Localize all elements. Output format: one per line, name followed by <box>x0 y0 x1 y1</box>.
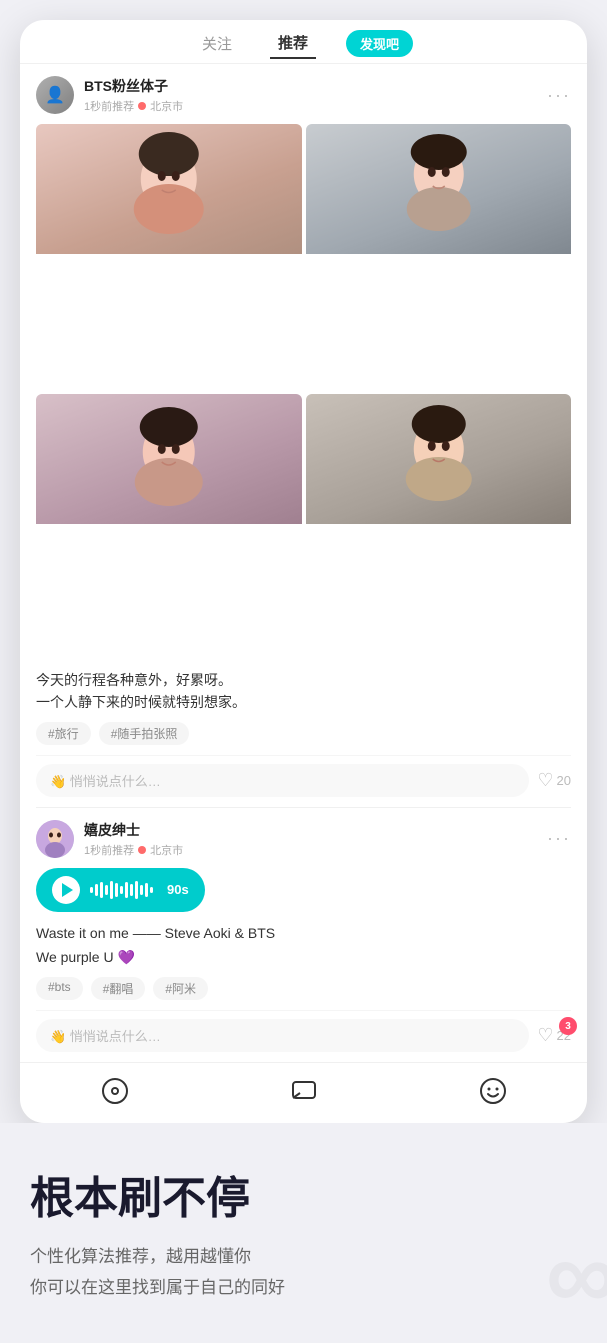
tab-discover[interactable]: 发现吧 <box>346 30 413 57</box>
bottom-nav <box>20 1062 587 1123</box>
post-1-image-3 <box>36 394 302 660</box>
post-2-avatar <box>36 820 74 858</box>
tag-bts[interactable]: #bts <box>36 977 83 1000</box>
tab-guanzhu[interactable]: 关注 <box>194 29 240 58</box>
post-1-images <box>36 124 571 659</box>
post-1-like-count: 20 <box>557 773 571 788</box>
location-dot-2-icon <box>138 846 146 854</box>
post-1-header: 👤 BTS粉丝体子 1秒前推荐 北京市 ··· <box>36 76 571 114</box>
post-1-more-button[interactable]: ··· <box>547 85 571 106</box>
like-badge: 3 <box>559 1017 577 1035</box>
tag-travel[interactable]: #旅行 <box>36 722 91 745</box>
avatar-placeholder-2 <box>36 820 74 858</box>
tab-tuijian[interactable]: 推荐 <box>270 28 316 59</box>
post-1-image-1 <box>36 124 302 390</box>
location-dot-icon <box>138 102 146 110</box>
purple-heart-icon: 💜 <box>114 949 135 965</box>
nav-discover-button[interactable] <box>97 1073 133 1109</box>
marketing-title: 根本刷不停 <box>30 1173 577 1226</box>
post-2-time: 1秒前推荐 北京市 <box>84 842 547 858</box>
post-2-meta: 嬉皮绅士 1秒前推荐 北京市 <box>84 820 547 858</box>
post-2: 嬉皮绅士 1秒前推荐 北京市 ··· <box>20 808 587 1063</box>
post-2-comment-bar: 👋 悄悄说点什么… ♡ 3 22 <box>36 1010 571 1062</box>
post-1-like-area[interactable]: ♡ 20 <box>537 770 571 791</box>
nav-message-button[interactable] <box>286 1073 322 1109</box>
post-2-username: 嬉皮绅士 <box>84 820 547 840</box>
heart-icon-2: ♡ <box>537 1025 553 1046</box>
post-1-time: 1秒前推荐 北京市 <box>84 98 547 114</box>
post-2-text: Waste it on me —— Steve Aoki & BTS We pu… <box>36 922 571 970</box>
post-1: 👤 BTS粉丝体子 1秒前推荐 北京市 ··· <box>20 64 587 807</box>
post-1-comment-input[interactable]: 👋 悄悄说点什么… <box>36 764 529 797</box>
tag-army[interactable]: #阿米 <box>153 977 208 1000</box>
waveform <box>90 880 153 900</box>
tab-bar: 关注 推荐 发现吧 <box>20 20 587 64</box>
post-1-avatar: 👤 <box>36 76 74 114</box>
phone-card: 关注 推荐 发现吧 👤 BTS粉丝体子 1秒前推荐 北京市 ··· <box>20 20 587 1123</box>
post-1-image-2 <box>306 124 572 390</box>
post-2-tags: #bts #翻唱 #阿米 <box>36 977 571 1000</box>
marketing-desc: 个性化算法推荐，越用越懂你 你可以在这里找到属于自己的同好 <box>30 1242 577 1303</box>
post-2-header: 嬉皮绅士 1秒前推荐 北京市 ··· <box>36 820 571 858</box>
post-2-more-button[interactable]: ··· <box>547 828 571 849</box>
post-1-comment-bar: 👋 悄悄说点什么… ♡ 20 <box>36 755 571 807</box>
post-1-image-4 <box>306 394 572 660</box>
post-1-username: BTS粉丝体子 <box>84 76 547 96</box>
tag-photo[interactable]: #随手拍张照 <box>99 722 190 745</box>
marketing-section: 根本刷不停 个性化算法推荐，越用越懂你 你可以在这里找到属于自己的同好 ∞ <box>0 1123 607 1343</box>
post-2-like-area[interactable]: ♡ 3 22 <box>537 1025 571 1046</box>
post-1-text: 今天的行程各种意外，好累呀。 一个人静下来的时候就特别想家。 <box>36 669 571 714</box>
post-1-tags: #旅行 #随手拍张照 <box>36 722 571 745</box>
avatar-placeholder: 👤 <box>36 76 74 114</box>
post-1-meta: BTS粉丝体子 1秒前推荐 北京市 <box>84 76 547 114</box>
play-button[interactable] <box>52 876 80 904</box>
audio-duration: 90s <box>167 882 189 897</box>
nav-emoji-button[interactable] <box>475 1073 511 1109</box>
post-2-comment-input[interactable]: 👋 悄悄说点什么… <box>36 1019 529 1052</box>
tag-cover[interactable]: #翻唱 <box>91 977 146 1000</box>
play-triangle-icon <box>62 883 73 897</box>
heart-icon: ♡ <box>537 770 553 791</box>
audio-player[interactable]: 90s <box>36 868 205 912</box>
